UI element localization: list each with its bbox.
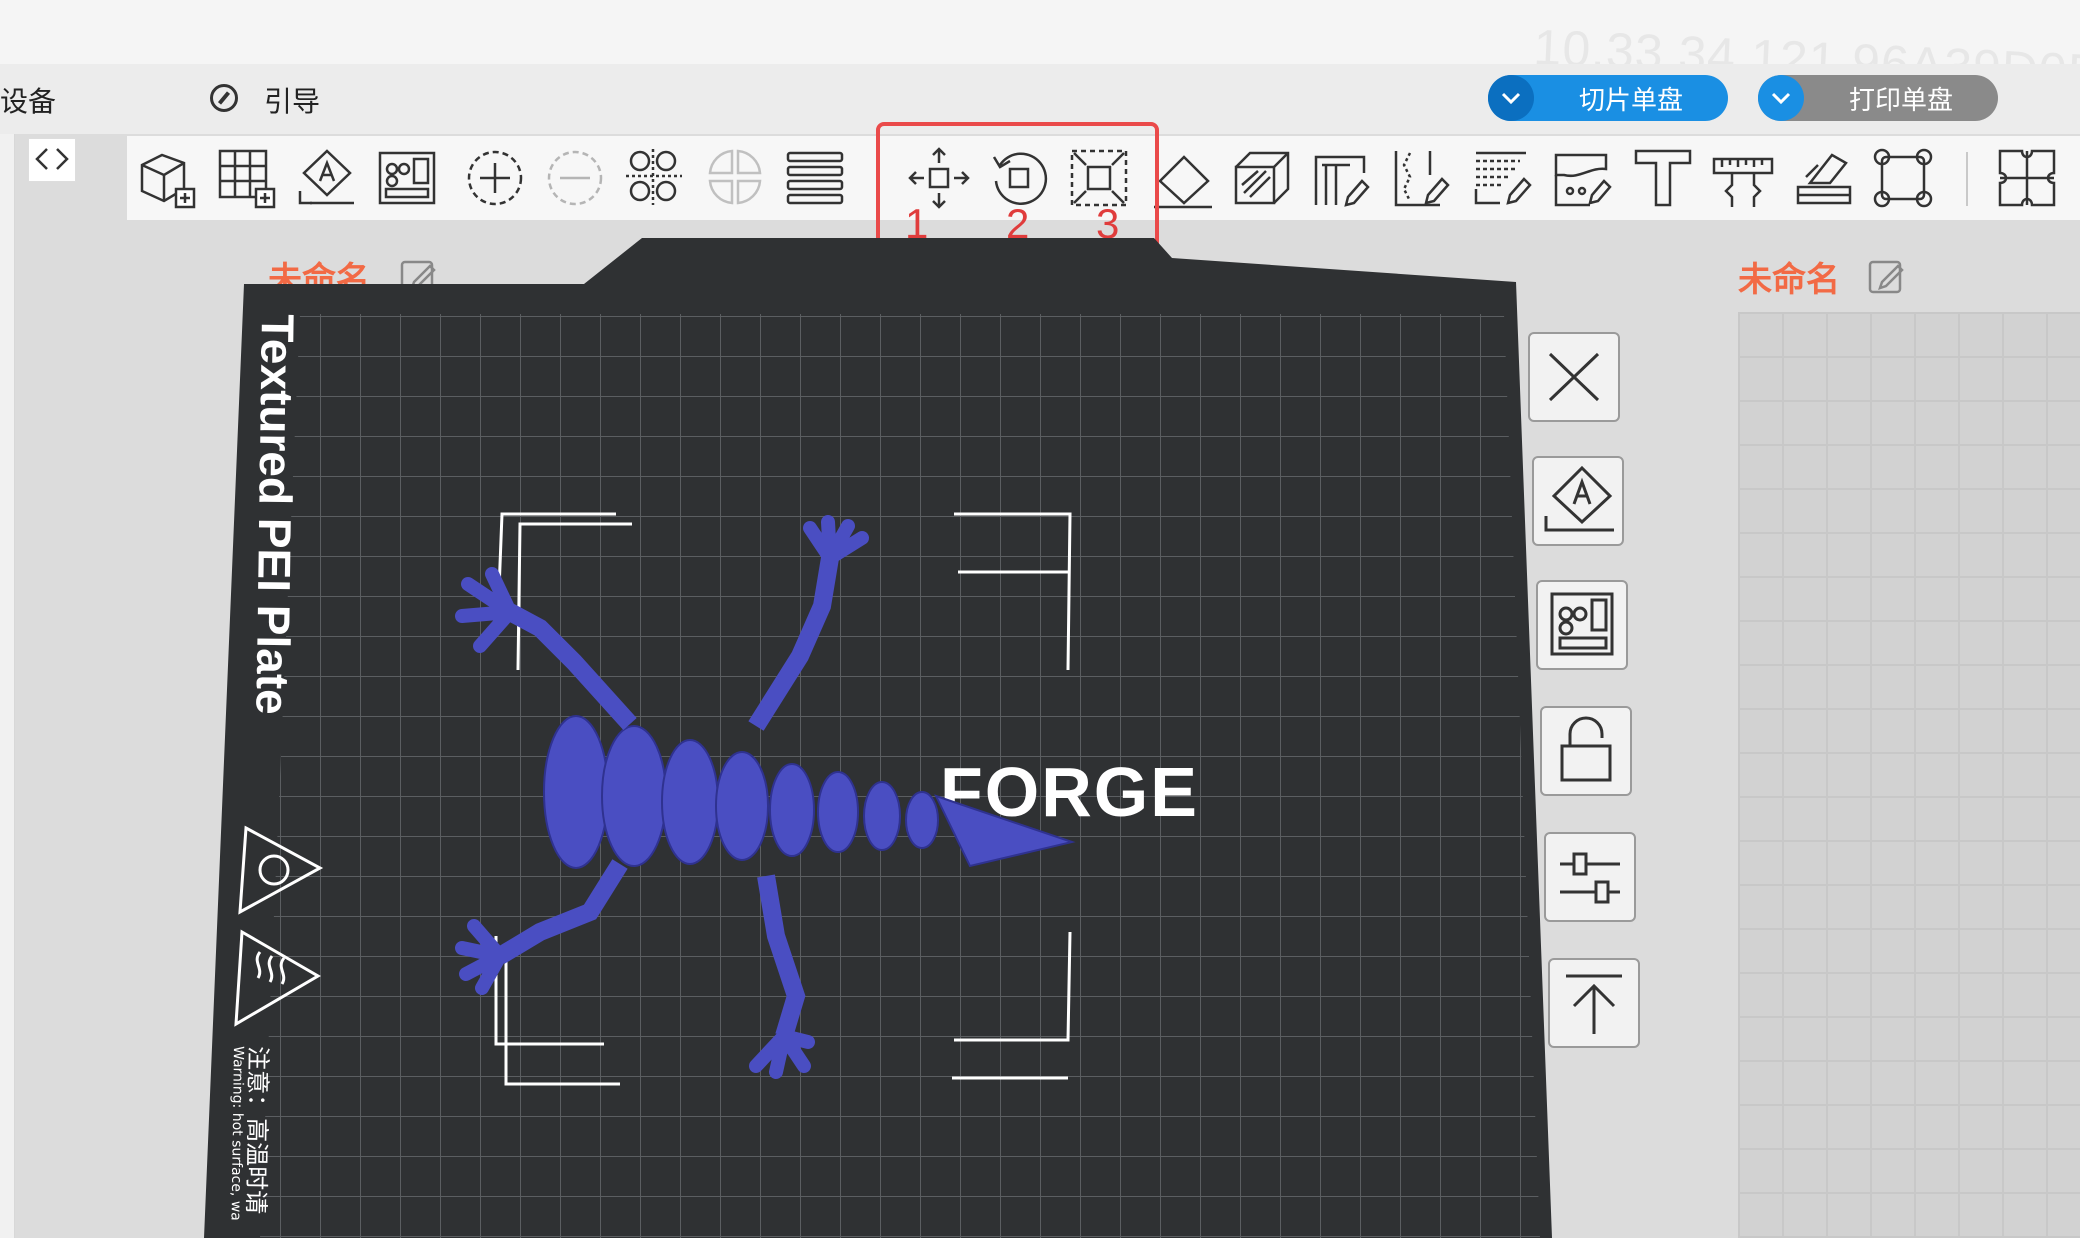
collapse-sidebar-button[interactable] — [28, 138, 76, 182]
auto-orient-icon[interactable] — [294, 145, 360, 211]
layers-icon[interactable] — [782, 145, 848, 211]
edit-icon[interactable] — [1868, 258, 1904, 294]
device-tab[interactable]: 设备 — [0, 80, 56, 120]
split-to-plates-icon[interactable] — [1994, 145, 2060, 211]
lay-on-face-icon[interactable] — [1150, 145, 1216, 211]
plate-type-label: Textured PEI Plate — [246, 314, 304, 715]
seam-paint-icon[interactable] — [1390, 145, 1456, 211]
next-plate[interactable] — [1738, 312, 2080, 1238]
right-plate-name[interactable]: 未命名 — [1738, 252, 1840, 301]
compass-icon[interactable] — [210, 84, 238, 112]
color-paint-icon[interactable] — [1470, 145, 1536, 211]
slice-plate-label: 切片单盘 — [1578, 85, 1683, 116]
move-to-top-button[interactable] — [1548, 958, 1640, 1048]
toolbar-divider — [1966, 152, 1968, 206]
arrange-icon[interactable] — [374, 145, 440, 211]
plate-auto-orient-button[interactable] — [1532, 456, 1624, 546]
support-paint-icon[interactable] — [1310, 145, 1376, 211]
build-plate[interactable]: Textured PEI Plate FORGE 注意：高温时请 Warning… — [200, 236, 1560, 1238]
add-instance-icon[interactable] — [462, 145, 528, 211]
plate-grid — [260, 314, 1540, 1238]
measure-icon[interactable] — [1710, 145, 1776, 211]
text-emboss-icon[interactable] — [1630, 145, 1696, 211]
print-plate-label: 打印单盘 — [1848, 85, 1953, 116]
chevron-down-icon[interactable] — [1758, 75, 1804, 121]
grid-icon[interactable] — [214, 145, 280, 211]
left-panel-edge — [0, 134, 15, 1238]
remove-instance-icon — [542, 145, 608, 211]
warning-en-text: Warning: hot surface, wa — [228, 1046, 246, 1221]
split-parts-icon — [702, 145, 768, 211]
slice-plate-button[interactable]: 切片单盘 — [1488, 75, 1728, 121]
chevron-down-icon[interactable] — [1488, 75, 1534, 121]
add-cube-icon[interactable] — [134, 145, 200, 211]
plate-lock-button[interactable] — [1540, 706, 1632, 796]
guide-tab[interactable]: 引导 — [264, 80, 320, 120]
delete-plate-button[interactable] — [1528, 332, 1620, 422]
mesh-boolean-icon[interactable] — [1870, 145, 1936, 211]
assembly-icon[interactable] — [1790, 145, 1856, 211]
print-plate-button[interactable]: 打印单盘 — [1758, 75, 1998, 121]
split-objects-icon[interactable] — [622, 145, 688, 211]
brim-ears-icon[interactable] — [1550, 145, 1616, 211]
plate-arrange-button[interactable] — [1536, 580, 1628, 670]
cut-icon[interactable] — [1230, 145, 1296, 211]
plate-settings-button[interactable] — [1544, 832, 1636, 922]
